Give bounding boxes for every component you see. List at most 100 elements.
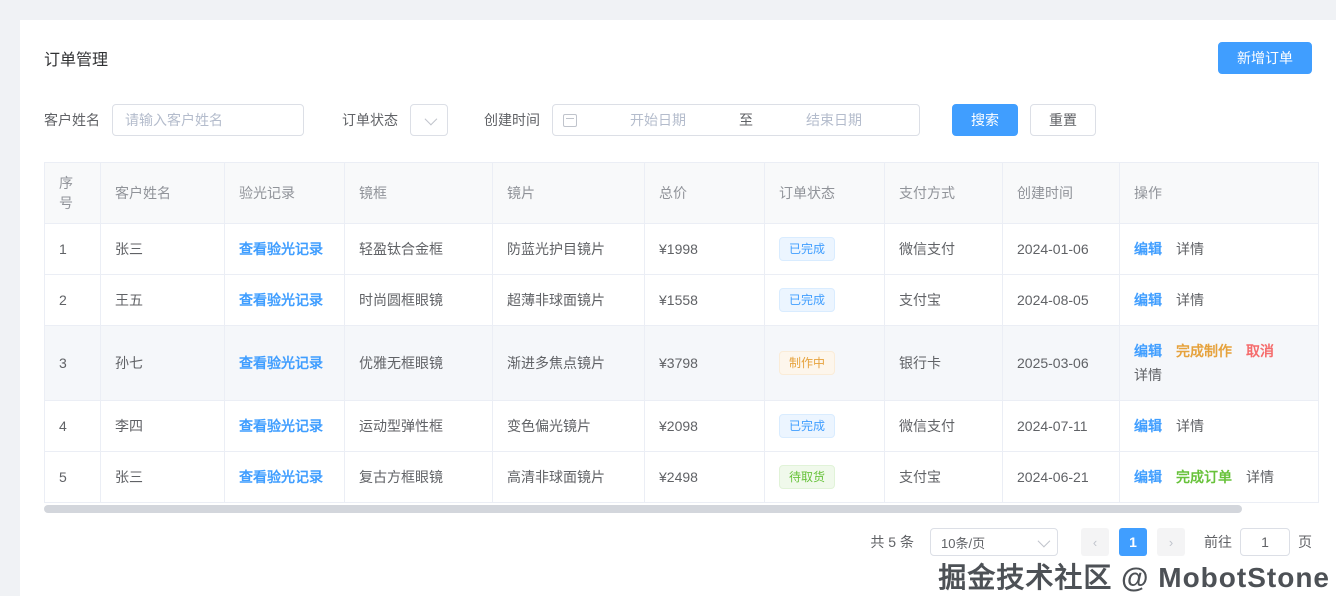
cell-frame: 优雅无框眼镜 — [345, 326, 493, 401]
cell-status: 已完成 — [765, 401, 885, 452]
action-primary-link[interactable]: 编辑 — [1134, 465, 1162, 489]
page-size-value: 10条/页 — [941, 533, 985, 552]
column-header: 总价 — [645, 163, 765, 224]
search-button[interactable]: 搜索 — [952, 104, 1018, 136]
action-default-link[interactable]: 详情 — [1176, 288, 1204, 312]
cell-created: 2024-01-06 — [1003, 224, 1120, 275]
horizontal-scrollbar[interactable] — [44, 505, 1242, 513]
created-time-label: 创建时间 — [484, 110, 540, 130]
cell-index: 4 — [45, 401, 101, 452]
status-badge: 制作中 — [779, 351, 835, 375]
goto-page-input[interactable] — [1240, 528, 1290, 556]
prev-page-button[interactable]: ‹ — [1081, 528, 1109, 556]
orders-table: 序号客户姓名验光记录镜框镜片总价订单状态支付方式创建时间操作 1张三查看验光记录… — [44, 162, 1319, 503]
cell-index: 2 — [45, 275, 101, 326]
view-record-link[interactable]: 查看验光记录 — [239, 241, 323, 257]
customer-name-input[interactable] — [112, 104, 304, 136]
next-page-button[interactable]: › — [1157, 528, 1185, 556]
cell-created: 2024-06-21 — [1003, 452, 1120, 503]
column-header: 验光记录 — [225, 163, 345, 224]
action-primary-link[interactable]: 编辑 — [1134, 288, 1162, 312]
column-header: 镜框 — [345, 163, 493, 224]
calendar-icon — [563, 114, 577, 127]
table-header-row: 序号客户姓名验光记录镜框镜片总价订单状态支付方式创建时间操作 — [45, 163, 1319, 224]
card-header: 订单管理 新增订单 — [44, 38, 1312, 78]
page-size-select[interactable]: 10条/页 — [930, 528, 1058, 556]
cell-price: ¥2098 — [645, 401, 765, 452]
view-record-link[interactable]: 查看验光记录 — [239, 418, 323, 434]
goto-page: 前往 页 — [1204, 528, 1312, 556]
cell-frame: 复古方框眼镜 — [345, 452, 493, 503]
action-default-link[interactable]: 详情 — [1246, 465, 1274, 489]
cell-actions: 编辑详情 — [1120, 401, 1319, 452]
cell-lens: 超薄非球面镜片 — [493, 275, 645, 326]
table-row: 4李四查看验光记录运动型弹性框变色偏光镜片¥2098已完成微信支付2024-07… — [45, 401, 1319, 452]
date-range-picker[interactable]: 开始日期 至 结束日期 — [552, 104, 920, 136]
cell-created: 2024-07-11 — [1003, 401, 1120, 452]
cell-customer: 张三 — [101, 224, 225, 275]
column-header: 订单状态 — [765, 163, 885, 224]
cell-customer: 王五 — [101, 275, 225, 326]
end-date-placeholder[interactable]: 结束日期 — [759, 110, 909, 130]
cell-status: 待取货 — [765, 452, 885, 503]
cell-payment: 微信支付 — [885, 401, 1003, 452]
table-row: 2王五查看验光记录时尚圆框眼镜超薄非球面镜片¥1558已完成支付宝2024-08… — [45, 275, 1319, 326]
action-danger-link[interactable]: 取消 — [1246, 339, 1274, 363]
status-badge: 已完成 — [779, 237, 835, 261]
view-record-link[interactable]: 查看验光记录 — [239, 469, 323, 485]
cell-created: 2024-08-05 — [1003, 275, 1120, 326]
cell-status: 已完成 — [765, 275, 885, 326]
cell-record: 查看验光记录 — [225, 326, 345, 401]
table-row: 3孙七查看验光记录优雅无框眼镜渐进多焦点镜片¥3798制作中银行卡2025-03… — [45, 326, 1319, 401]
reset-button[interactable]: 重置 — [1030, 104, 1096, 136]
action-primary-link[interactable]: 编辑 — [1134, 339, 1162, 363]
add-order-button[interactable]: 新增订单 — [1218, 42, 1312, 74]
cell-lens: 防蓝光护目镜片 — [493, 224, 645, 275]
view-record-link[interactable]: 查看验光记录 — [239, 355, 323, 371]
action-warning-link[interactable]: 完成制作 — [1176, 339, 1232, 363]
view-record-link[interactable]: 查看验光记录 — [239, 292, 323, 308]
cell-index: 5 — [45, 452, 101, 503]
status-badge: 已完成 — [779, 414, 835, 438]
cell-record: 查看验光记录 — [225, 224, 345, 275]
action-default-link[interactable]: 详情 — [1176, 237, 1204, 261]
column-header: 客户姓名 — [101, 163, 225, 224]
action-primary-link[interactable]: 编辑 — [1134, 414, 1162, 438]
status-badge: 待取货 — [779, 465, 835, 489]
chevron-down-icon — [1038, 534, 1051, 547]
cell-lens: 变色偏光镜片 — [493, 401, 645, 452]
action-default-link[interactable]: 详情 — [1134, 363, 1162, 387]
table-row: 1张三查看验光记录轻盈钛合金框防蓝光护目镜片¥1998已完成微信支付2024-0… — [45, 224, 1319, 275]
column-header: 创建时间 — [1003, 163, 1120, 224]
pagination: 共 5 条 10条/页 ‹ 1 › 前往 页 — [870, 528, 1312, 556]
start-date-placeholder[interactable]: 开始日期 — [583, 110, 733, 130]
column-header: 镜片 — [493, 163, 645, 224]
page-title: 订单管理 — [44, 46, 108, 70]
cell-payment: 微信支付 — [885, 224, 1003, 275]
cell-created: 2025-03-06 — [1003, 326, 1120, 401]
customer-name-label: 客户姓名 — [44, 110, 100, 130]
goto-page-unit: 页 — [1298, 532, 1312, 552]
cell-lens: 渐进多焦点镜片 — [493, 326, 645, 401]
page-number-1[interactable]: 1 — [1119, 528, 1147, 556]
action-default-link[interactable]: 详情 — [1176, 414, 1204, 438]
cell-actions: 编辑完成制作取消详情 — [1120, 326, 1319, 401]
action-success-link[interactable]: 完成订单 — [1176, 465, 1232, 489]
cell-frame: 时尚圆框眼镜 — [345, 275, 493, 326]
cell-record: 查看验光记录 — [225, 452, 345, 503]
table-row: 5张三查看验光记录复古方框眼镜高清非球面镜片¥2498待取货支付宝2024-06… — [45, 452, 1319, 503]
order-status-select[interactable] — [410, 104, 448, 136]
column-header: 支付方式 — [885, 163, 1003, 224]
action-primary-link[interactable]: 编辑 — [1134, 237, 1162, 261]
goto-label: 前往 — [1204, 532, 1232, 552]
cell-lens: 高清非球面镜片 — [493, 452, 645, 503]
cell-status: 已完成 — [765, 224, 885, 275]
cell-price: ¥2498 — [645, 452, 765, 503]
cell-record: 查看验光记录 — [225, 275, 345, 326]
filter-bar: 客户姓名 订单状态 创建时间 开始日期 至 结束日期 搜索 重置 — [44, 104, 1312, 136]
order-management-card: 订单管理 新增订单 客户姓名 订单状态 创建时间 开始日期 至 结束日期 搜索 … — [20, 20, 1336, 596]
orders-table-wrap: 序号客户姓名验光记录镜框镜片总价订单状态支付方式创建时间操作 1张三查看验光记录… — [44, 162, 1312, 513]
cell-actions: 编辑详情 — [1120, 224, 1319, 275]
order-status-label: 订单状态 — [342, 110, 398, 130]
cell-price: ¥1558 — [645, 275, 765, 326]
